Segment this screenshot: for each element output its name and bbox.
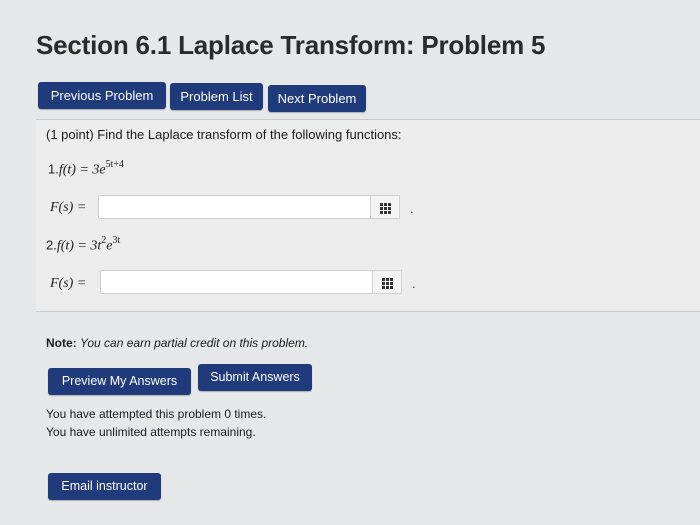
part2-exponent1: 2	[101, 235, 107, 246]
equation-palette-icon	[380, 202, 392, 214]
page-title: Section 6.1 Laplace Transform: Problem 5	[36, 30, 546, 60]
part1-answer-label-text: F(s) =	[50, 200, 87, 215]
part2-answer-input[interactable]	[100, 270, 376, 294]
submit-answers-button[interactable]: Submit Answers	[198, 364, 312, 391]
problem-intro: (1 point) Find the Laplace transform of …	[46, 127, 402, 142]
part2-lhs: f(t) = 3t	[56, 238, 102, 254]
equation-palette-icon	[382, 277, 394, 289]
attempts-info: You have attempted this problem 0 times.…	[46, 405, 266, 441]
attempts-line2: You have unlimited attempts remaining.	[46, 425, 256, 439]
preview-answers-button[interactable]: Preview My Answers	[48, 368, 191, 395]
part2-equation: 2.f(t) = 3t2e3t	[46, 235, 121, 255]
part1-lhs: f(t) = 3e	[58, 162, 106, 178]
part1-trailing-dot: .	[410, 201, 414, 216]
part2-answer-label-text: F(s) =	[50, 276, 87, 291]
partial-credit-note: Note: You can earn partial credit on thi…	[46, 336, 308, 350]
part1-answer-input[interactable]	[98, 195, 374, 219]
part2-trailing-dot: .	[412, 276, 416, 291]
part1-answer-label: F(s) =	[50, 200, 86, 216]
part1-equation: 1.f(t) = 3e5t+4	[48, 159, 125, 179]
part1-equation-palette-button[interactable]	[370, 195, 400, 219]
problem-list-button[interactable]: Problem List	[170, 83, 263, 110]
previous-problem-button[interactable]: Previous Problem	[38, 82, 166, 109]
part1-exponent: 5t+4	[105, 159, 125, 170]
next-problem-button[interactable]: Next Problem	[268, 85, 366, 112]
part2-mid: e	[106, 238, 113, 254]
part1-number: 1.	[48, 161, 59, 177]
note-prefix: Note:	[46, 336, 77, 350]
part2-equation-palette-button[interactable]	[372, 270, 402, 294]
part2-exponent2: 3t	[112, 235, 121, 246]
part2-answer-label: F(s) =	[50, 276, 86, 292]
email-instructor-button[interactable]: Email instructor	[48, 473, 161, 500]
part2-number: 2.	[46, 237, 57, 253]
attempts-line1: You have attempted this problem 0 times.	[46, 407, 267, 421]
note-text: You can earn partial credit on this prob…	[80, 336, 309, 350]
